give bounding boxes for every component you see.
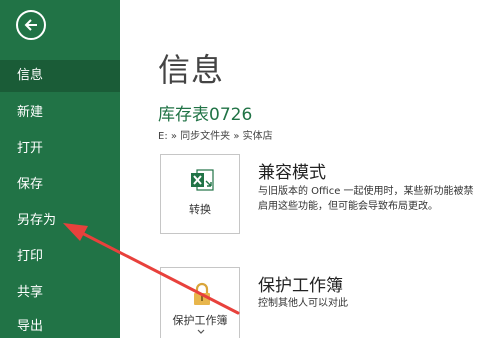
info-panel: 信息 库存表0726 E: » 同步文件夹 » 实体店 转换 兼容模式 与旧版本…: [120, 0, 500, 338]
backstage-sidebar: 信息 新建 打开 保存 另存为 打印 共享 导出: [0, 0, 120, 338]
nav-item-new[interactable]: 新建: [0, 97, 120, 129]
chevron-down-icon: [197, 329, 205, 334]
nav-item-info[interactable]: 信息: [0, 60, 120, 92]
excel-convert-icon: [191, 169, 214, 191]
compat-mode-desc-2: 启用这些功能，但可能会导致布局更改。: [258, 201, 438, 212]
protect-workbook-button-label: 保护工作簿: [172, 314, 228, 327]
nav-item-share[interactable]: 共享: [0, 277, 120, 309]
back-button[interactable]: [16, 10, 46, 40]
protect-workbook-button[interactable]: 保护工作簿: [160, 267, 240, 338]
lock-icon: [194, 282, 210, 305]
document-title: 库存表0726: [158, 105, 253, 125]
compat-mode-desc-1: 与旧版本的 Office 一起使用时，某些新功能被禁: [258, 186, 474, 197]
nav-item-save[interactable]: 保存: [0, 169, 120, 201]
nav-item-print[interactable]: 打印: [0, 241, 120, 273]
document-path[interactable]: E: » 同步文件夹 » 实体店: [158, 127, 273, 142]
nav-item-export[interactable]: 导出: [0, 311, 120, 343]
convert-button[interactable]: 转换: [160, 154, 240, 234]
convert-button-label: 转换: [189, 203, 211, 216]
protect-workbook-desc: 控制其他人可以对此: [258, 298, 348, 309]
protect-workbook-title: 保护工作簿: [258, 276, 343, 296]
back-arrow-icon: [24, 19, 37, 31]
page-title: 信息: [158, 51, 225, 89]
compat-mode-title: 兼容模式: [258, 163, 326, 183]
nav-item-open[interactable]: 打开: [0, 133, 120, 165]
nav-item-save-as[interactable]: 另存为: [0, 205, 120, 237]
